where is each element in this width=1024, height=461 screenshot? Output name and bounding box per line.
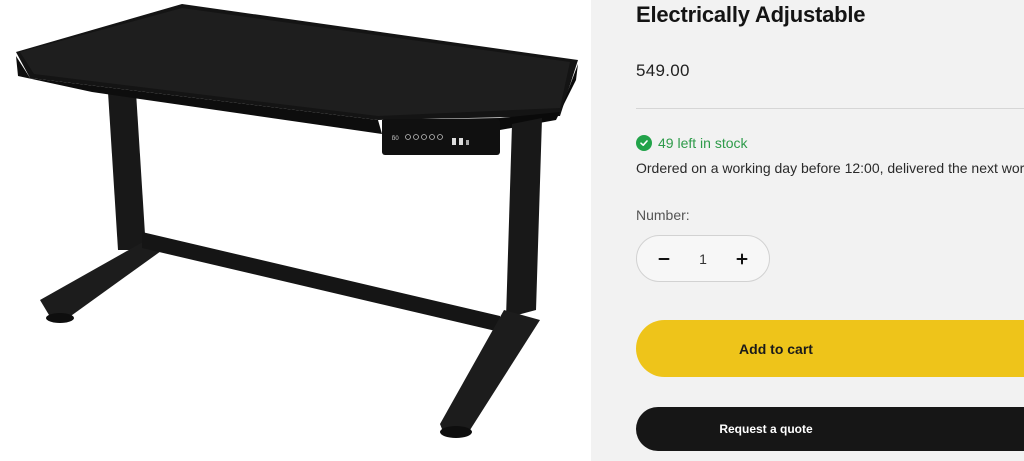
product-page: ƃ0 Electrically Adjustable 549.00 49 lef… xyxy=(0,0,1024,461)
decrease-quantity-button[interactable] xyxy=(653,248,675,270)
standing-desk-illustration: ƃ0 xyxy=(16,4,578,438)
quantity-value[interactable]: 1 xyxy=(699,251,707,267)
product-title: Electrically Adjustable xyxy=(636,2,866,27)
quantity-label: Number: xyxy=(636,207,690,223)
delivery-info: Ordered on a working day before 12:00, d… xyxy=(636,160,1024,176)
product-info: Electrically Adjustable 549.00 49 left i… xyxy=(591,0,1024,461)
stock-status: 49 left in stock xyxy=(636,135,748,151)
increase-quantity-button[interactable] xyxy=(731,248,753,270)
check-circle-icon xyxy=(636,135,652,151)
divider xyxy=(636,108,1024,109)
svg-text:ƃ0: ƃ0 xyxy=(392,136,399,142)
add-to-cart-button[interactable]: Add to cart xyxy=(636,320,1024,377)
plus-icon xyxy=(736,253,748,264)
minus-icon xyxy=(658,257,670,260)
quantity-stepper: 1 xyxy=(636,235,770,282)
product-price: 549.00 xyxy=(636,61,690,80)
stock-text: 49 left in stock xyxy=(658,135,748,151)
request-quote-button[interactable]: Request a quote xyxy=(636,407,1024,451)
product-image[interactable]: ƃ0 xyxy=(0,0,591,461)
